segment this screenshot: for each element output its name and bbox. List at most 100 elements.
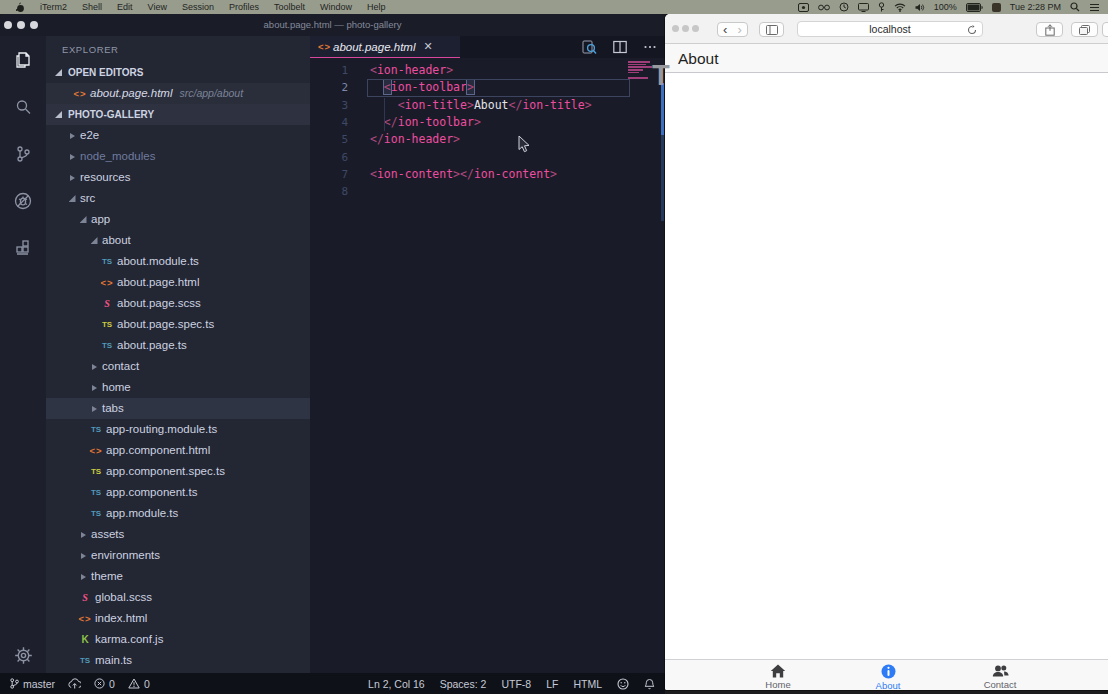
- publish-changes-icon[interactable]: [68, 678, 81, 690]
- forward-button[interactable]: ›: [733, 23, 748, 36]
- code-line-7[interactable]: 7<ion-content></ion-content>: [310, 166, 665, 183]
- tree-item-tabs[interactable]: tabs: [46, 398, 310, 419]
- tree-item-src[interactable]: src: [46, 188, 310, 209]
- menu-window[interactable]: Window: [320, 2, 352, 12]
- menu-iterm2[interactable]: iTerm2: [40, 2, 67, 12]
- menu-profiles[interactable]: Profiles: [229, 2, 259, 12]
- project-section-header[interactable]: PHOTO-GALLERY: [46, 104, 310, 125]
- tab-about[interactable]: About: [843, 660, 933, 690]
- vscode-titlebar[interactable]: about.page.html — photo-gallery: [0, 14, 665, 36]
- settings-gear-icon[interactable]: [0, 646, 46, 665]
- vpn-key-icon[interactable]: [878, 2, 885, 12]
- menu-session[interactable]: Session: [182, 2, 214, 12]
- close-window-button[interactable]: [4, 21, 12, 29]
- tree-item-karma.conf.js[interactable]: Kkarma.conf.js: [46, 629, 310, 650]
- tree-item-app.component.spec.ts[interactable]: TSapp.component.spec.ts: [46, 461, 310, 482]
- notification-center-icon[interactable]: [1089, 3, 1100, 12]
- tree-item-about[interactable]: about: [46, 230, 310, 251]
- tree-item-app-routing.module.ts[interactable]: TSapp-routing.module.ts: [46, 419, 310, 440]
- close-window-button[interactable]: [672, 25, 679, 32]
- time-machine-icon[interactable]: [839, 2, 849, 12]
- code-line-5[interactable]: 5</ion-header>: [310, 131, 665, 148]
- more-actions-icon[interactable]: [643, 40, 657, 54]
- tree-item-about.module.ts[interactable]: TSabout.module.ts: [46, 251, 310, 272]
- zoom-window-button[interactable]: [692, 25, 699, 32]
- screen-recording-icon[interactable]: [798, 3, 809, 12]
- new-tab-button[interactable]: +: [1102, 22, 1108, 37]
- reload-icon[interactable]: [967, 25, 977, 35]
- tree-item-assets[interactable]: assets: [46, 524, 310, 545]
- code-line-3[interactable]: 3 <ion-title>About</ion-title>: [310, 97, 665, 114]
- errors-indicator[interactable]: 0: [94, 678, 115, 690]
- tree-item-about.page.spec.ts[interactable]: TSabout.page.spec.ts: [46, 314, 310, 335]
- sidebar-toggle-button[interactable]: [759, 22, 784, 37]
- tree-item-environments[interactable]: environments: [46, 545, 310, 566]
- tree-item-global.scss[interactable]: Sglobal.scss: [46, 587, 310, 608]
- code-line-1[interactable]: 1<ion-header>: [310, 62, 665, 79]
- source-control-icon[interactable]: [0, 130, 46, 177]
- menu-view[interactable]: View: [148, 2, 167, 12]
- tree-item-resources[interactable]: resources: [46, 167, 310, 188]
- back-button[interactable]: ‹: [718, 23, 733, 36]
- git-branch-indicator[interactable]: master: [10, 678, 55, 690]
- tree-item-app.module.ts[interactable]: TSapp.module.ts: [46, 503, 310, 524]
- tab-contact[interactable]: Contact: [955, 660, 1045, 690]
- open-editors-header[interactable]: OPEN EDITORS: [46, 62, 310, 83]
- tab-home[interactable]: Home: [733, 660, 823, 690]
- minimize-window-button[interactable]: [682, 25, 689, 32]
- minimize-window-button[interactable]: [17, 21, 25, 29]
- volume-icon[interactable]: [915, 3, 925, 12]
- tree-item-about.page.ts[interactable]: TSabout.page.ts: [46, 335, 310, 356]
- tree-item-main.ts[interactable]: TSmain.ts: [46, 650, 310, 671]
- input-menu-icon[interactable]: [992, 3, 1001, 12]
- tree-item-app[interactable]: app: [46, 209, 310, 230]
- eol[interactable]: LF: [546, 678, 558, 690]
- minimap[interactable]: [628, 61, 652, 80]
- indentation[interactable]: Spaces: 2: [440, 678, 487, 690]
- tree-item-about.page.html[interactable]: <>about.page.html: [46, 272, 310, 293]
- extensions-icon[interactable]: [0, 224, 46, 271]
- tree-item-app.component.ts[interactable]: TSapp.component.ts: [46, 482, 310, 503]
- code-line-2[interactable]: 2 <ion-toolbar>: [310, 79, 665, 96]
- share-button[interactable]: [1036, 22, 1063, 37]
- close-tab-icon[interactable]: ✕: [423, 40, 432, 53]
- glasses-icon[interactable]: [818, 3, 830, 11]
- wifi-icon[interactable]: [894, 3, 906, 12]
- feedback-smiley-icon[interactable]: [617, 678, 629, 690]
- zoom-window-button[interactable]: [30, 21, 38, 29]
- open-editor-item[interactable]: <> about.page.html src/app/about: [46, 83, 310, 104]
- tree-item-about.page.scss[interactable]: Sabout.page.scss: [46, 293, 310, 314]
- encoding[interactable]: UTF-8: [501, 678, 531, 690]
- tree-item-contact[interactable]: contact: [46, 356, 310, 377]
- code-line-4[interactable]: 4 </ion-toolbar>: [310, 114, 665, 131]
- menu-shell[interactable]: Shell: [82, 2, 102, 12]
- tab-overview-button[interactable]: [1071, 22, 1098, 37]
- tree-item-e2e[interactable]: e2e: [46, 125, 310, 146]
- spotlight-icon[interactable]: [1070, 2, 1080, 12]
- tree-item-node_modules[interactable]: node_modules: [46, 146, 310, 167]
- tree-item-app.component.html[interactable]: <>app.component.html: [46, 440, 310, 461]
- code-editor[interactable]: 1<ion-header>2 <ion-toolbar>3 <ion-title…: [310, 58, 665, 673]
- tree-item-home[interactable]: home: [46, 377, 310, 398]
- explorer-icon[interactable]: [0, 36, 46, 83]
- tree-item-theme[interactable]: theme: [46, 566, 310, 587]
- editor-tab-about-page-html[interactable]: <> about.page.html ✕: [310, 36, 460, 58]
- warnings-indicator[interactable]: 0: [128, 678, 150, 690]
- language-mode[interactable]: HTML: [573, 678, 602, 690]
- menu-toolbelt[interactable]: Toolbelt: [274, 2, 305, 12]
- cursor-position[interactable]: Ln 2, Col 16: [368, 678, 425, 690]
- notifications-bell-icon[interactable]: [644, 678, 655, 690]
- debug-icon[interactable]: [0, 177, 46, 224]
- code-line-6[interactable]: 6: [310, 149, 665, 166]
- code-line-8[interactable]: 8: [310, 183, 665, 200]
- address-bar[interactable]: localhost: [797, 21, 983, 37]
- apple-logo-icon[interactable]: [16, 2, 25, 13]
- open-search-icon[interactable]: [582, 40, 597, 55]
- tree-item-index.html[interactable]: <>index.html: [46, 608, 310, 629]
- search-icon[interactable]: [0, 83, 46, 130]
- menubar-clock[interactable]: Tue 2:28 PM: [1010, 2, 1061, 12]
- menu-edit[interactable]: Edit: [117, 2, 133, 12]
- split-editor-icon[interactable]: [613, 40, 627, 54]
- display-icon[interactable]: [858, 3, 869, 12]
- menu-help[interactable]: Help: [367, 2, 386, 12]
